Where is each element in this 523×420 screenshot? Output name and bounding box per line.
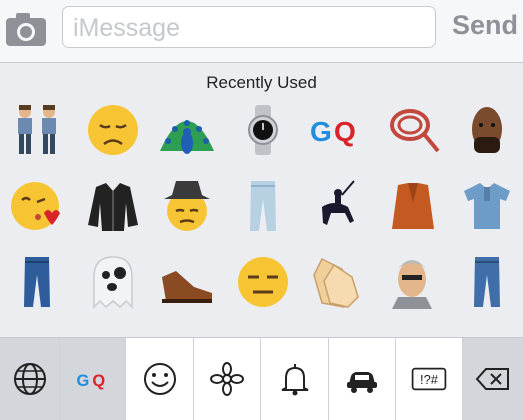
gq-logo-emoji-letter-q: Q	[334, 116, 356, 147]
smileys-category-tab[interactable]	[126, 338, 194, 420]
blue-polo-shirt-emoji[interactable]	[458, 177, 516, 235]
expressionless-face-emoji[interactable]	[234, 253, 292, 311]
gray-haired-man-emoji[interactable]	[384, 253, 442, 311]
face-with-hat-emoji[interactable]	[158, 177, 216, 235]
emoji-keyboard-pane: Recently Used GQ	[0, 63, 523, 337]
gq-tab-letter-q: Q	[92, 372, 105, 390]
orange-blazer-emoji[interactable]	[384, 177, 442, 235]
backspace-icon	[475, 368, 509, 390]
gq-category-tab[interactable]: GQ	[60, 338, 126, 420]
gq-tab-letter-g: G	[76, 372, 89, 390]
disappointed-face-emoji[interactable]	[84, 101, 142, 159]
dark-jeans-emoji[interactable]	[8, 253, 66, 311]
delete-button[interactable]	[463, 338, 523, 420]
flower-icon	[210, 362, 244, 396]
leather-jacket-emoji[interactable]	[84, 177, 142, 235]
message-placeholder: iMessage	[73, 14, 180, 42]
message-input-bar: iMessage Send	[0, 0, 523, 63]
emoji-category-bar: GQ !?#	[0, 337, 523, 420]
light-jeans-emoji[interactable]	[234, 177, 292, 235]
globe-keyboard-switch[interactable]	[0, 338, 60, 420]
twin-dancers-emoji[interactable]	[8, 101, 66, 159]
travel-category-tab[interactable]	[329, 338, 396, 420]
blue-jeans-emoji[interactable]	[458, 253, 516, 311]
camera-icon[interactable]	[4, 10, 48, 48]
peacock-emoji[interactable]	[158, 101, 216, 159]
brown-shoe-emoji[interactable]	[158, 253, 216, 311]
message-input[interactable]: iMessage	[62, 6, 436, 48]
gq-logo-emoji[interactable]: GQ	[308, 101, 366, 159]
symbols-category-tab[interactable]: !?#	[396, 338, 463, 420]
symbols-label: !?#	[420, 372, 439, 387]
bearded-man-emoji[interactable]	[458, 101, 516, 159]
nature-category-tab[interactable]	[194, 338, 261, 420]
objects-category-tab[interactable]	[261, 338, 329, 420]
polo-player-emoji[interactable]	[308, 177, 366, 235]
globe-icon	[13, 363, 46, 395]
bell-icon	[281, 364, 308, 396]
car-icon	[347, 372, 377, 393]
section-title: Recently Used	[206, 73, 317, 92]
lasso-rope-emoji[interactable]	[384, 101, 442, 159]
ghost-emoji[interactable]	[84, 253, 142, 311]
gq-logo-emoji-letter-g: G	[310, 116, 332, 147]
clapping-hands-emoji[interactable]	[308, 253, 366, 311]
send-button[interactable]: Send	[452, 10, 518, 41]
smiley-icon	[143, 363, 176, 395]
wristwatch-emoji[interactable]	[234, 101, 292, 159]
kissing-face-emoji[interactable]	[8, 177, 66, 235]
